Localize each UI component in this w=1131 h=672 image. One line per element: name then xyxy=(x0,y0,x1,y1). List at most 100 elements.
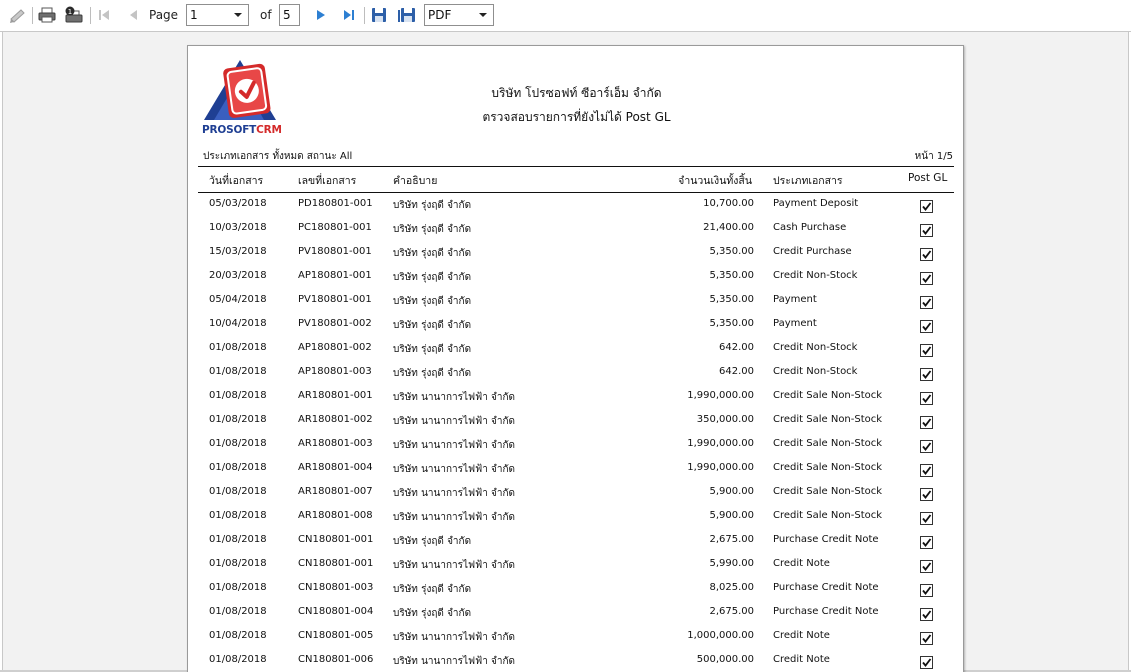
post-gl-checkbox[interactable] xyxy=(920,344,933,357)
column-header-date: วันที่เอกสาร xyxy=(209,175,264,187)
header-top-rule xyxy=(198,166,954,167)
cell-description: บริษัท รุ่งฤดี จำกัด xyxy=(393,200,472,211)
checkmark-icon xyxy=(922,322,932,331)
cell-date: 01/08/2018 xyxy=(209,438,267,449)
post-gl-checkbox[interactable] xyxy=(920,440,933,453)
save-as-icon[interactable] xyxy=(397,4,417,26)
cell-amount: 1,990,000.00 xyxy=(687,390,754,401)
cell-description: บริษัท นานาการไฟฟ้า จำกัด xyxy=(393,464,516,475)
cell-date: 05/03/2018 xyxy=(209,198,267,209)
cell-doc-type: Credit Non-Stock xyxy=(773,366,858,377)
cell-doc-type: Credit Note xyxy=(773,630,830,641)
column-header-amount: จำนวนเงินทั้งสิ้น xyxy=(678,175,752,187)
cell-date: 01/08/2018 xyxy=(209,342,267,353)
print-icon[interactable] xyxy=(37,4,57,26)
cell-amount: 5,350.00 xyxy=(709,270,754,281)
cell-doc-no: AR180801-004 xyxy=(298,462,373,473)
cell-date: 01/08/2018 xyxy=(209,630,267,641)
cell-description: บริษัท นานาการไฟฟ้า จำกัด xyxy=(393,440,516,451)
last-page-icon[interactable] xyxy=(339,4,359,26)
post-gl-checkbox[interactable] xyxy=(920,584,933,597)
cell-date: 01/08/2018 xyxy=(209,462,267,473)
checkmark-icon xyxy=(922,370,932,379)
cell-doc-no: CN180801-001 xyxy=(298,534,374,545)
post-gl-checkbox[interactable] xyxy=(920,416,933,429)
post-gl-checkbox[interactable] xyxy=(920,320,933,333)
cell-date: 01/08/2018 xyxy=(209,654,267,665)
cell-amount: 5,990.00 xyxy=(709,558,754,569)
previous-page-icon[interactable] xyxy=(124,4,142,26)
table-row: 01/08/2018 AR180801-008 บริษัท นานาการไฟฟ้… xyxy=(188,505,965,529)
export-format-select[interactable]: PDF xyxy=(424,4,494,26)
post-gl-checkbox[interactable] xyxy=(920,512,933,525)
save-icon[interactable] xyxy=(369,4,389,26)
post-gl-checkbox[interactable] xyxy=(920,224,933,237)
cell-date: 10/04/2018 xyxy=(209,318,267,329)
cell-amount: 5,900.00 xyxy=(709,510,754,521)
cell-doc-type: Payment xyxy=(773,318,817,329)
cell-description: บริษัท รุ่งฤดี จำกัด xyxy=(393,272,472,283)
filter-criteria: ประเภทเอกสาร ทั้งหมด สถานะ All xyxy=(203,151,353,162)
report-toolbar: 1 Page 1 of 5 PDF xyxy=(0,0,1131,32)
checkmark-icon xyxy=(922,298,932,307)
cell-doc-type: Credit Non-Stock xyxy=(773,342,858,353)
post-gl-checkbox[interactable] xyxy=(920,608,933,621)
checkmark-icon xyxy=(922,250,932,259)
cell-doc-no: AR180801-001 xyxy=(298,390,373,401)
print-setup-icon[interactable]: 1 xyxy=(63,4,85,26)
cell-description: บริษัท รุ่งฤดี จำกัด xyxy=(393,584,472,595)
total-pages-value: 5 xyxy=(283,8,291,22)
cell-doc-no: AR180801-007 xyxy=(298,486,373,497)
page-number-select[interactable]: 1 xyxy=(186,4,249,26)
checkmark-icon xyxy=(922,634,932,643)
post-gl-checkbox[interactable] xyxy=(920,248,933,261)
cell-amount: 8,025.00 xyxy=(709,582,754,593)
post-gl-checkbox[interactable] xyxy=(920,560,933,573)
table-row: 01/08/2018 CN180801-006 บริษัท นานาการไฟฟ้… xyxy=(188,649,965,672)
cell-date: 01/08/2018 xyxy=(209,606,267,617)
cell-amount: 21,400.00 xyxy=(703,222,754,233)
post-gl-checkbox[interactable] xyxy=(920,632,933,645)
cell-doc-type: Payment xyxy=(773,294,817,305)
total-pages-box: 5 xyxy=(279,4,300,26)
table-row: 10/04/2018 PV180801-002 บริษัท รุ่งฤดี จำก… xyxy=(188,313,965,337)
post-gl-checkbox[interactable] xyxy=(920,296,933,309)
cell-description: บริษัท นานาการไฟฟ้า จำกัด xyxy=(393,488,516,499)
table-row: 01/08/2018 CN180801-004 บริษัท รุ่งฤดี จำก… xyxy=(188,601,965,625)
cell-doc-type: Credit Sale Non-Stock xyxy=(773,486,883,497)
post-gl-checkbox[interactable] xyxy=(920,368,933,381)
post-gl-checkbox[interactable] xyxy=(920,464,933,477)
first-page-icon[interactable] xyxy=(95,4,113,26)
pencil-icon[interactable] xyxy=(8,4,28,26)
post-gl-checkbox[interactable] xyxy=(920,656,933,669)
cell-doc-no: AR180801-008 xyxy=(298,510,373,521)
checkmark-icon xyxy=(922,346,932,355)
cell-doc-no: CN180801-003 xyxy=(298,582,374,593)
cell-date: 01/08/2018 xyxy=(209,486,267,497)
cell-description: บริษัท นานาการไฟฟ้า จำกัด xyxy=(393,416,516,427)
cell-doc-no: AR180801-003 xyxy=(298,438,373,449)
next-page-icon[interactable] xyxy=(312,4,330,26)
post-gl-checkbox[interactable] xyxy=(920,200,933,213)
cell-description: บริษัท นานาการไฟฟ้า จำกัด xyxy=(393,392,516,403)
cell-doc-type: Purchase Credit Note xyxy=(773,606,879,617)
table-row: 01/08/2018 AR180801-002 บริษัท นานาการไฟฟ้… xyxy=(188,409,965,433)
cell-description: บริษัท รุ่งฤดี จำกัด xyxy=(393,368,472,379)
cell-amount: 1,990,000.00 xyxy=(687,438,754,449)
cell-description: บริษัท รุ่งฤดี จำกัด xyxy=(393,248,472,259)
cell-amount: 5,350.00 xyxy=(709,318,754,329)
column-header-description: คำอธิบาย xyxy=(393,175,438,187)
cell-doc-no: PV180801-001 xyxy=(298,246,372,257)
post-gl-checkbox[interactable] xyxy=(920,392,933,405)
table-row: 05/03/2018 PD180801-001 บริษัท รุ่งฤดี จำก… xyxy=(188,193,965,217)
cell-doc-type: Credit Note xyxy=(773,654,830,665)
cell-doc-no: PD180801-001 xyxy=(298,198,373,209)
cell-doc-type: Credit Non-Stock xyxy=(773,270,858,281)
cell-amount: 1,000,000.00 xyxy=(687,630,754,641)
post-gl-checkbox[interactable] xyxy=(920,272,933,285)
table-row: 20/03/2018 AP180801-001 บริษัท รุ่งฤดี จำก… xyxy=(188,265,965,289)
toolbar-separator xyxy=(32,7,33,24)
post-gl-checkbox[interactable] xyxy=(920,488,933,501)
post-gl-checkbox[interactable] xyxy=(920,536,933,549)
table-row: 01/08/2018 CN180801-005 บริษัท นานาการไฟฟ้… xyxy=(188,625,965,649)
